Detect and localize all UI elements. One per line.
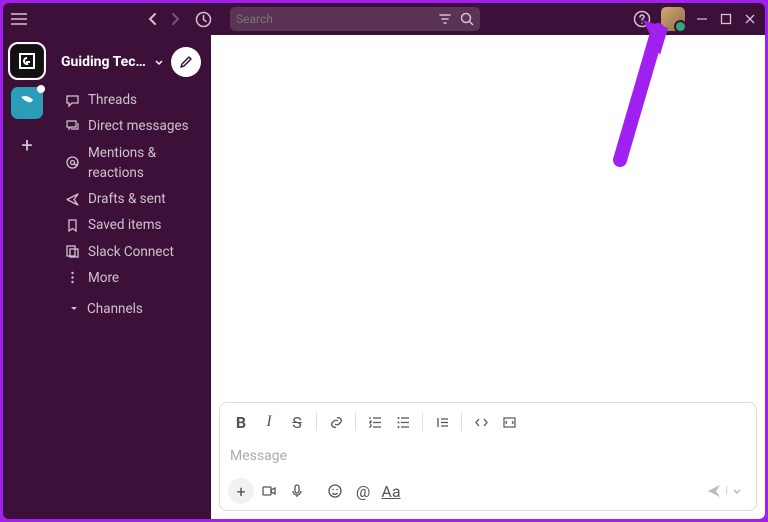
message-composer: B I S + [219, 402, 757, 511]
divider [355, 413, 356, 431]
formatting-toolbar: B I S [220, 403, 756, 441]
emoji-button[interactable] [322, 478, 348, 504]
close-button[interactable] [743, 12, 757, 26]
sidebar-item-label: Saved items [88, 215, 162, 235]
search-icon[interactable] [460, 12, 474, 26]
avatar[interactable] [661, 7, 685, 31]
sidebar: Guiding Tec... Threads Direct messages M… [51, 35, 211, 519]
mention-button[interactable]: @ [350, 478, 376, 504]
help-icon[interactable] [633, 10, 651, 28]
sidebar-item-label: Slack Connect [88, 242, 174, 262]
channels-label: Channels [87, 301, 143, 317]
sidebar-item-label: Mentions & reactions [88, 143, 201, 184]
add-workspace-button[interactable]: + [21, 133, 32, 157]
workspace-rail: + [3, 35, 51, 519]
sidebar-item-connect[interactable]: Slack Connect [51, 239, 211, 265]
strike-button[interactable]: S [284, 409, 310, 435]
sidebar-item-label: Drafts & sent [88, 189, 166, 209]
sidebar-item-dms[interactable]: Direct messages [51, 113, 211, 139]
divider [316, 413, 317, 431]
code-button[interactable] [468, 409, 494, 435]
codeblock-button[interactable] [496, 409, 522, 435]
maximize-button[interactable] [719, 12, 733, 26]
divider [461, 413, 462, 431]
sidebar-item-threads[interactable]: Threads [51, 87, 211, 113]
attach-button[interactable]: + [228, 478, 254, 504]
titlebar [3, 3, 765, 35]
link-button[interactable] [323, 409, 349, 435]
workspace-icon-1[interactable] [11, 45, 43, 77]
menu-icon[interactable] [11, 13, 27, 25]
back-button[interactable] [145, 11, 161, 27]
ordered-list-button[interactable] [362, 409, 388, 435]
italic-button[interactable]: I [256, 409, 282, 435]
workspace-icon-2[interactable] [11, 87, 43, 119]
sidebar-item-label: Threads [88, 90, 137, 110]
format-button[interactable]: Aa [378, 478, 404, 504]
sidebar-item-mentions[interactable]: Mentions & reactions [51, 140, 211, 187]
channels-section[interactable]: Channels [51, 291, 211, 320]
chevron-down-icon[interactable] [153, 56, 165, 68]
sidebar-item-label: More [88, 268, 119, 288]
actions-toolbar: + @ Aa | [220, 472, 756, 510]
compose-button[interactable] [171, 47, 201, 77]
message-input[interactable] [230, 448, 746, 464]
send-button[interactable]: | [700, 479, 748, 503]
bullet-list-button[interactable] [390, 409, 416, 435]
divider [422, 413, 423, 431]
blockquote-button[interactable] [429, 409, 455, 435]
bold-button[interactable]: B [228, 409, 254, 435]
forward-button[interactable] [167, 11, 183, 27]
sidebar-item-drafts[interactable]: Drafts & sent [51, 186, 211, 212]
audio-button[interactable] [284, 478, 310, 504]
search-input-container[interactable] [230, 7, 480, 31]
filter-icon[interactable] [438, 12, 452, 26]
workspace-name[interactable]: Guiding Tec... [61, 54, 147, 70]
message-area [211, 35, 765, 394]
minimize-button[interactable] [695, 12, 709, 26]
sidebar-item-more[interactable]: More [51, 265, 211, 291]
history-icon[interactable] [195, 11, 212, 28]
main-content: B I S + [211, 35, 765, 519]
sidebar-item-label: Direct messages [88, 116, 189, 136]
video-button[interactable] [256, 478, 282, 504]
sidebar-item-saved[interactable]: Saved items [51, 212, 211, 238]
